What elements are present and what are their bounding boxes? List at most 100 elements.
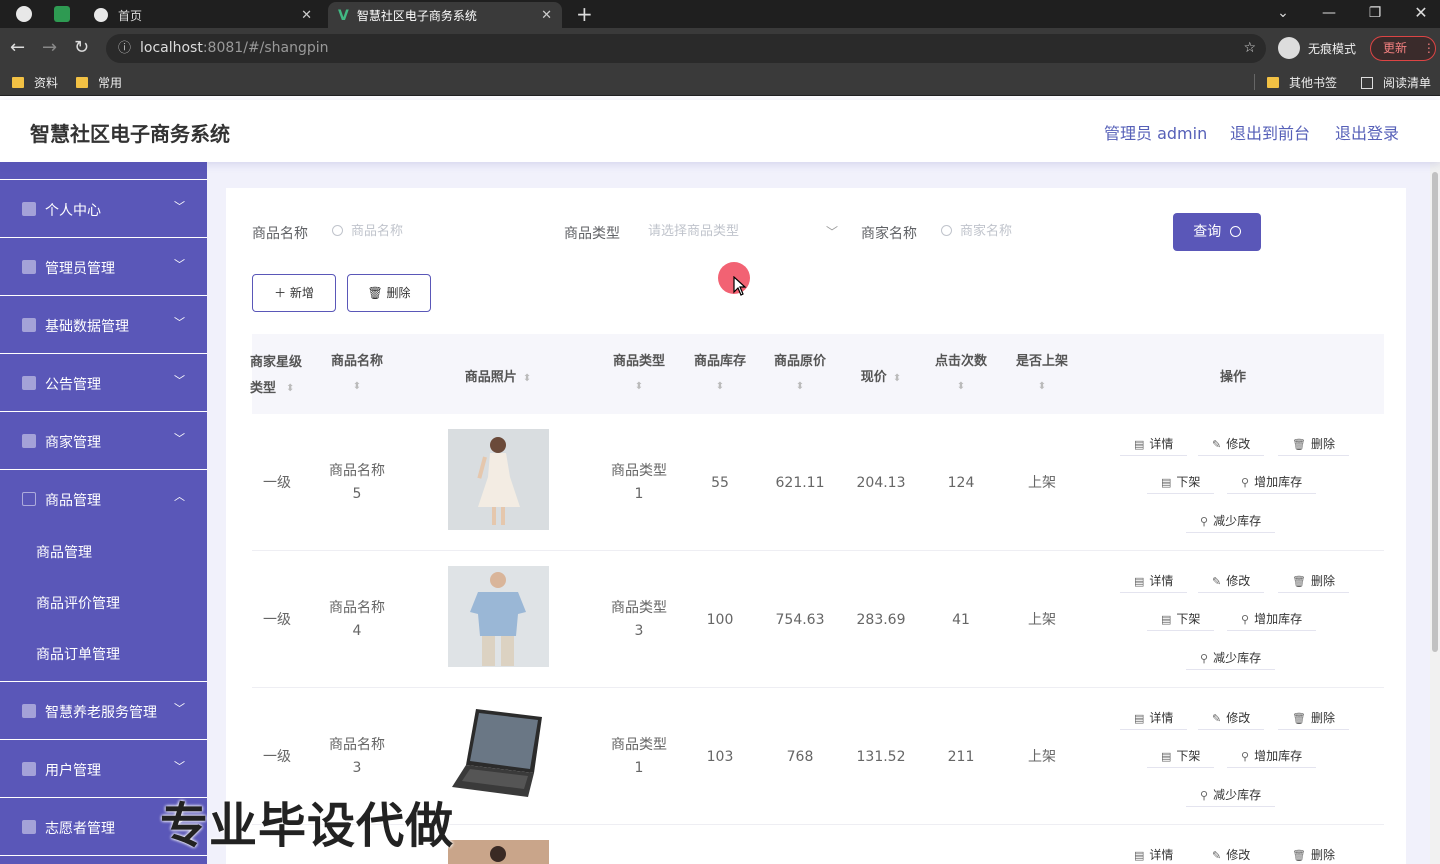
back-icon[interactable]: ← — [10, 37, 25, 58]
detail-button[interactable]: ▤ 详情 — [1120, 569, 1188, 593]
sidebar-item-label: 商家管理 — [45, 435, 101, 451]
sort-icon[interactable]: ⬍ — [322, 381, 392, 392]
to-front-link[interactable]: 退出到前台 — [1230, 120, 1310, 144]
col-orig-price[interactable]: 商品原价 ⬍ — [765, 350, 835, 392]
update-button[interactable]: 更新 ⋮ — [1370, 36, 1436, 61]
scrollbar-thumb[interactable] — [1432, 172, 1438, 652]
detail-button[interactable]: ▤ 详情 — [1120, 706, 1188, 730]
cell-star: 一级 — [263, 749, 291, 765]
product-photo-laptop[interactable] — [448, 703, 549, 804]
edit-button[interactable]: ✎ 修改 — [1198, 706, 1265, 730]
type-filter-select[interactable]: 请选择商品类型 ﹀ — [648, 215, 838, 249]
browser-menu-icon[interactable] — [16, 6, 32, 22]
delete-button[interactable]: 🗑 删除 — [1278, 843, 1349, 864]
product-photo-dress[interactable] — [448, 429, 549, 530]
sidebar-item-admins[interactable]: 管理员管理 ﹀ — [0, 238, 207, 296]
reduce-stock-button[interactable]: ⚲ 减少库存 — [1186, 646, 1276, 670]
add-button[interactable]: ＋ 新增 — [252, 274, 336, 312]
kebab-menu-icon[interactable]: ⋮ — [1423, 41, 1435, 55]
minimize-button[interactable]: — — [1306, 0, 1352, 28]
new-tab-button[interactable]: + — [576, 2, 593, 26]
sort-icon[interactable]: ⬍ — [604, 381, 674, 392]
delete-button[interactable]: 🗑 删除 — [1278, 569, 1349, 593]
sort-icon[interactable]: ⬍ — [1007, 381, 1077, 392]
col-stock-label: 商品库存 — [693, 354, 746, 369]
sheets-icon[interactable] — [54, 6, 70, 22]
sort-icon[interactable]: ⬍ — [286, 376, 294, 402]
detail-button[interactable]: ▤ 详情 — [1120, 843, 1187, 864]
edit-button[interactable]: ✎ 修改 — [1198, 432, 1265, 456]
add-stock-button[interactable]: ⚲ 增加库存 — [1227, 607, 1317, 631]
add-stock-button[interactable]: ⚲ 增加库存 — [1227, 470, 1317, 494]
delete-button[interactable]: 🗑 删除 — [1278, 706, 1349, 730]
query-button[interactable]: 查询 — [1173, 213, 1261, 251]
bookmark-other[interactable]: 其他书签 — [1267, 74, 1337, 91]
close-icon[interactable]: ✕ — [541, 8, 552, 23]
product-photo-polo[interactable] — [448, 566, 549, 667]
window-close-button[interactable]: ✕ — [1398, 0, 1440, 28]
sort-icon[interactable]: ⬍ — [685, 381, 755, 392]
col-clicks[interactable]: 点击次数 ⬍ — [926, 350, 996, 392]
col-star[interactable]: 商家星级类型 ⬍ — [250, 350, 310, 402]
edit-button[interactable]: ✎ 修改 — [1198, 843, 1264, 864]
add-stock-label: 增加库存 — [1254, 612, 1303, 626]
sidebar-item-notices[interactable]: 公告管理 ﹀ — [0, 354, 207, 412]
page-scrollbar[interactable] — [1430, 162, 1440, 864]
add-stock-button[interactable]: ⚲ 增加库存 — [1227, 744, 1317, 768]
sidebar-item-elderly-care[interactable]: 智慧养老服务管理 ﹀ — [0, 682, 207, 740]
col-stock[interactable]: 商品库存 ⬍ — [685, 350, 755, 392]
reduce-stock-button[interactable]: ⚲ 减少库存 — [1186, 509, 1276, 533]
cell-name-line: 5 — [352, 486, 362, 502]
sidebar-item-label: 志愿者管理 — [45, 821, 115, 837]
sidebar-item-merchants[interactable]: 商家管理 ﹀ — [0, 412, 207, 470]
bookmark-star-icon[interactable]: ☆ — [1243, 34, 1256, 63]
chevron-down-icon: ﹀ — [174, 432, 185, 445]
sidebar-item-label: 个人中心 — [45, 203, 101, 219]
logout-link[interactable]: 退出登录 — [1335, 120, 1399, 144]
off-shelf-button[interactable]: ▤ 下架 — [1147, 744, 1215, 768]
edit-button[interactable]: ✎ 修改 — [1198, 569, 1265, 593]
product-photo-partial[interactable] — [448, 840, 549, 864]
submenu-item-orders[interactable]: 商品订单管理 — [0, 630, 207, 681]
sidebar-item-products[interactable]: 商品管理 ︿ — [0, 470, 207, 528]
sort-icon[interactable]: ⬍ — [765, 381, 835, 392]
forward-icon[interactable]: → — [42, 37, 57, 58]
reload-icon[interactable]: ↻ — [74, 37, 89, 58]
detail-button[interactable]: ▤ 详情 — [1120, 432, 1188, 456]
tab-home[interactable]: 首页 ✕ — [84, 2, 322, 28]
reduce-stock-button[interactable]: ⚲ 减少库存 — [1186, 783, 1276, 807]
close-icon[interactable]: ✕ — [301, 8, 312, 23]
tab-search-icon[interactable]: ⌄ — [1260, 0, 1306, 28]
col-name[interactable]: 商品名称 ⬍ — [322, 350, 392, 392]
merchant-filter-input[interactable]: 商家名称 — [941, 215, 1141, 249]
off-shelf-button[interactable]: ▤ 下架 — [1147, 607, 1215, 631]
volunteer-icon — [22, 820, 36, 834]
col-photo[interactable]: 商品照片 ⬍ — [448, 366, 548, 385]
tab-active[interactable]: V 智慧社区电子商务系统 ✕ — [328, 2, 562, 28]
off-shelf-button[interactable]: ▤ 下架 — [1147, 470, 1215, 494]
sidebar-item-base-data[interactable]: 基础数据管理 ﹀ — [0, 296, 207, 354]
sort-icon[interactable]: ⬍ — [893, 373, 901, 384]
sort-icon[interactable]: ⬍ — [523, 373, 531, 384]
submenu-item-products[interactable]: 商品管理 — [0, 528, 207, 579]
document-icon: ▤ — [1134, 849, 1145, 862]
restore-button[interactable]: ❐ — [1352, 0, 1398, 28]
submenu-item-reviews[interactable]: 商品评价管理 — [0, 579, 207, 630]
delete-button[interactable]: 🗑 删除 — [1278, 432, 1349, 456]
info-icon[interactable]: ⓘ — [118, 34, 131, 63]
col-type[interactable]: 商品类型 ⬍ — [604, 350, 674, 392]
bookmark-ziliao[interactable]: 资料 — [12, 74, 58, 91]
col-on-shelf[interactable]: 是否上架 ⬍ — [1007, 350, 1077, 392]
sort-icon[interactable]: ⬍ — [926, 381, 996, 392]
incognito-indicator[interactable]: 无痕模式 — [1278, 36, 1356, 60]
url-field[interactable]: ⓘ localhost:8081/#/shangpin ☆ — [106, 34, 1266, 63]
sidebar-item-personal[interactable]: 个人中心 ﹀ — [0, 180, 207, 238]
type-filter-label: 商品类型 — [564, 226, 620, 242]
document-icon: ▤ — [1161, 476, 1172, 489]
document-icon: ▤ — [1134, 438, 1145, 451]
bookmark-changyong[interactable]: 常用 — [76, 74, 122, 91]
reading-list[interactable]: 阅读清单 — [1361, 74, 1431, 91]
col-price[interactable]: 现价 ⬍ — [846, 366, 916, 385]
bulk-delete-button[interactable]: 🗑 删除 — [347, 274, 431, 312]
name-filter-input[interactable]: 商品名称 — [332, 215, 532, 249]
